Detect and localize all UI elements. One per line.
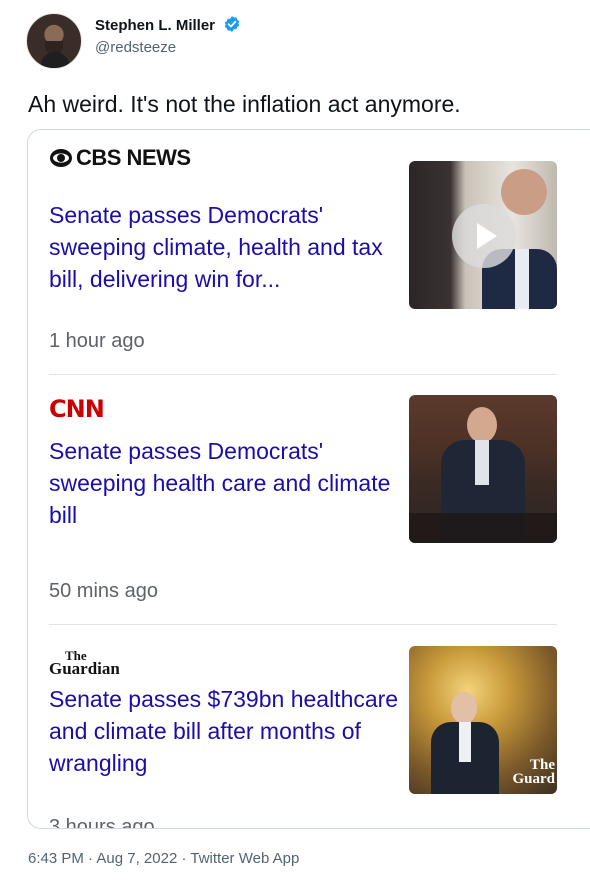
story-thumbnail[interactable]: [409, 161, 557, 309]
story-thumbnail[interactable]: The Guard: [409, 646, 557, 794]
verified-badge-icon: [225, 16, 240, 32]
author-avatar[interactable]: [26, 13, 82, 69]
story-time: 3 hours ago: [49, 816, 155, 829]
news-card[interactable]: CBS NEWS Senate passes Democrats' sweepi…: [27, 129, 590, 829]
story-headline[interactable]: Senate passes Democrats' sweeping health…: [49, 435, 399, 531]
story-time: 1 hour ago: [49, 330, 145, 352]
source-logo-guardian: The Guardian: [49, 649, 120, 677]
cbs-eye-icon: [50, 149, 72, 167]
meta-separator: ·: [88, 850, 94, 867]
author-block: Stephen L. Miller @redsteeze: [95, 15, 241, 58]
story-item-cnn[interactable]: CNN Senate passes Democrats' sweeping he…: [49, 375, 557, 625]
meta-separator: ·: [181, 850, 187, 867]
play-video-icon[interactable]: [452, 204, 516, 268]
story-item-cbs[interactable]: CBS NEWS Senate passes Democrats' sweepi…: [49, 130, 557, 375]
tweet-meta: 6:43 PM · Aug 7, 2022 · Twitter Web App: [28, 849, 299, 869]
thumbnail-watermark: The Guard: [512, 757, 555, 787]
tweet-time[interactable]: 6:43 PM: [28, 850, 84, 867]
author-handle[interactable]: @redsteeze: [95, 38, 241, 58]
source-name-line2: Guardian: [49, 659, 120, 678]
source-name: CBS NEWS: [76, 145, 191, 170]
tweet-date[interactable]: Aug 7, 2022: [96, 850, 177, 867]
watermark-line2: Guard: [512, 771, 555, 787]
story-time: 50 mins ago: [49, 580, 158, 602]
story-item-guardian[interactable]: The Guardian Senate passes $739bn health…: [49, 625, 557, 829]
source-logo-cnn: CNN: [49, 395, 105, 423]
watermark-line1: The: [529, 757, 555, 773]
story-headline[interactable]: Senate passes $739bn healthcare and clim…: [49, 683, 399, 779]
avatar-beard: [45, 41, 63, 55]
tweet-client[interactable]: Twitter Web App: [190, 850, 299, 867]
tweet-text: Ah weird. It's not the inflation act any…: [28, 91, 461, 117]
author-name[interactable]: Stephen L. Miller: [95, 16, 215, 36]
source-logo-cbs: CBS NEWS: [49, 144, 191, 172]
story-thumbnail[interactable]: [409, 395, 557, 543]
story-headline[interactable]: Senate passes Democrats' sweeping climat…: [49, 199, 399, 295]
